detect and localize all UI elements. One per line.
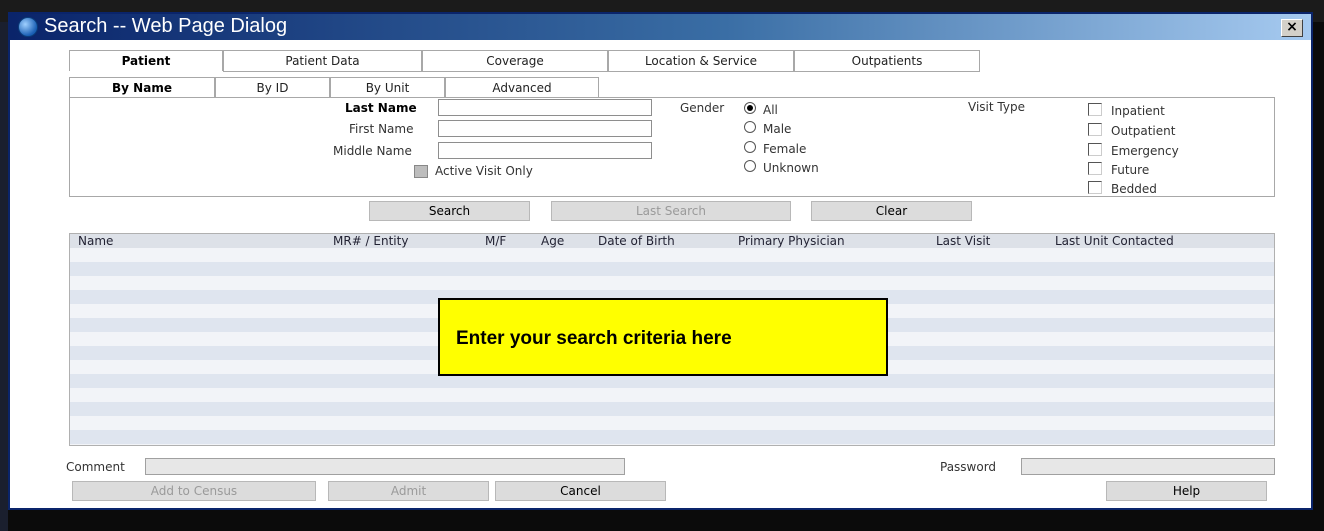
active-visit-label: Active Visit Only (435, 164, 533, 178)
column-primary-physician[interactable]: Primary Physician (738, 234, 845, 248)
middle-name-input[interactable] (438, 142, 652, 159)
first-name-input[interactable] (438, 120, 652, 137)
clear-button[interactable]: Clear (811, 201, 972, 221)
comment-label: Comment (66, 460, 125, 474)
tab-patient[interactable]: Patient (69, 50, 223, 71)
table-row[interactable] (70, 276, 1274, 290)
search-dialog: Search -- Web Page Dialog × Patient Pati… (8, 12, 1313, 510)
table-row[interactable] (70, 402, 1274, 416)
gender-all-radio[interactable] (744, 102, 756, 114)
column-age[interactable]: Age (541, 234, 564, 248)
column-sex[interactable]: M/F (485, 234, 506, 248)
table-row[interactable] (70, 430, 1274, 444)
gender-unknown-radio[interactable] (744, 160, 756, 172)
tab-outpatients[interactable]: Outpatients (794, 50, 980, 71)
middle-name-label: Middle Name (333, 144, 412, 158)
tab-advanced[interactable]: Advanced (445, 77, 599, 98)
password-input[interactable] (1021, 458, 1275, 475)
gender-male-radio[interactable] (744, 121, 756, 133)
search-criteria-callout: Enter your search criteria here (438, 298, 888, 376)
visit-inpatient-label: Inpatient (1111, 104, 1165, 118)
tab-by-unit[interactable]: By Unit (330, 77, 445, 98)
tab-location-service[interactable]: Location & Service (608, 50, 794, 71)
visit-emergency-label: Emergency (1111, 144, 1179, 158)
column-last-visit[interactable]: Last Visit (936, 234, 990, 248)
gender-female-radio[interactable] (744, 141, 756, 153)
comment-input[interactable] (145, 458, 625, 475)
visit-inpatient-checkbox[interactable] (1088, 103, 1102, 116)
gender-label: Gender (680, 101, 725, 115)
tab-divider (223, 71, 980, 72)
gender-male-label: Male (763, 122, 792, 136)
active-visit-checkbox[interactable] (414, 165, 428, 178)
column-mr-entity[interactable]: MR# / Entity (333, 234, 408, 248)
last-search-button[interactable]: Last Search (551, 201, 791, 221)
visit-emergency-checkbox[interactable] (1088, 143, 1102, 156)
tab-by-id[interactable]: By ID (215, 77, 330, 98)
visit-outpatient-label: Outpatient (1111, 124, 1176, 138)
search-button[interactable]: Search (369, 201, 530, 221)
tab-by-name[interactable]: By Name (69, 77, 215, 98)
help-button[interactable]: Help (1106, 481, 1267, 501)
window-title: Search -- Web Page Dialog (44, 15, 288, 37)
visit-bedded-checkbox[interactable] (1088, 181, 1102, 194)
column-date-of-birth[interactable]: Date of Birth (598, 234, 675, 248)
gender-female-label: Female (763, 142, 807, 156)
gender-unknown-label: Unknown (763, 161, 819, 175)
last-name-input[interactable] (438, 99, 652, 116)
tab-coverage[interactable]: Coverage (422, 50, 608, 71)
first-name-label: First Name (349, 122, 414, 136)
table-row[interactable] (70, 248, 1274, 262)
column-name[interactable]: Name (78, 234, 113, 248)
table-row[interactable] (70, 374, 1274, 388)
password-label: Password (940, 460, 997, 474)
gender-all-label: All (763, 103, 778, 117)
visit-future-checkbox[interactable] (1088, 162, 1102, 175)
visit-outpatient-checkbox[interactable] (1088, 123, 1102, 136)
visit-type-label: Visit Type (968, 100, 1025, 114)
background-window-edge (0, 22, 8, 531)
tab-patient-data[interactable]: Patient Data (223, 50, 422, 71)
admit-button[interactable]: Admit (328, 481, 489, 501)
cancel-button[interactable]: Cancel (495, 481, 666, 501)
column-last-unit[interactable]: Last Unit Contacted (1055, 234, 1174, 248)
table-row[interactable] (70, 388, 1274, 402)
table-row[interactable] (70, 416, 1274, 430)
ie-icon (18, 17, 38, 37)
visit-bedded-label: Bedded (1111, 182, 1157, 196)
title-bar: Search -- Web Page Dialog × (10, 14, 1311, 40)
visit-future-label: Future (1111, 163, 1150, 177)
add-to-census-button[interactable]: Add to Census (72, 481, 316, 501)
results-header: Name MR# / Entity M/F Age Date of Birth … (70, 234, 1274, 248)
last-name-label: Last Name (345, 101, 417, 115)
table-row[interactable] (70, 262, 1274, 276)
close-button[interactable]: × (1281, 19, 1303, 37)
